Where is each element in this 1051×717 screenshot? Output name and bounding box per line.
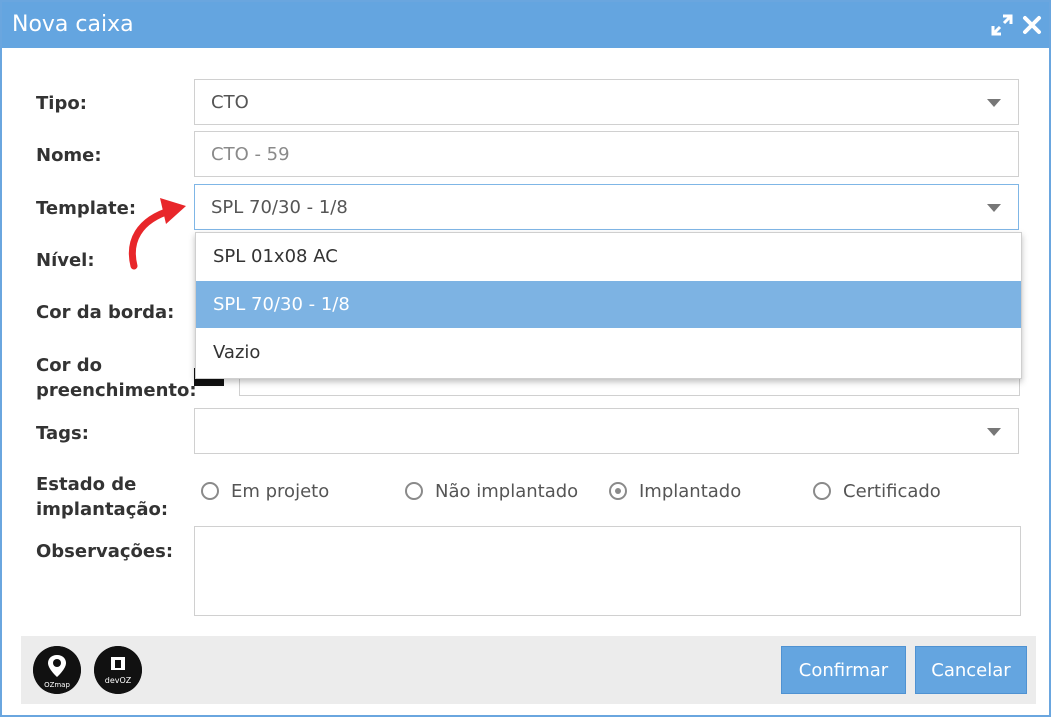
- tipo-select[interactable]: CTO: [194, 79, 1019, 125]
- expand-icon[interactable]: [991, 14, 1013, 36]
- cor-borda-label: Cor da borda:: [36, 302, 175, 323]
- dropdown-option-label: SPL 70/30 - 1/8: [213, 294, 350, 315]
- chevron-down-icon: [987, 204, 1001, 212]
- dialog-titlebar: Nova caixa: [2, 2, 1049, 48]
- radio-circle-icon: [813, 482, 831, 500]
- dropdown-option-selected[interactable]: SPL 70/30 - 1/8: [196, 281, 1021, 328]
- cancel-button[interactable]: Cancelar: [915, 646, 1027, 694]
- dropdown-option[interactable]: Vazio: [196, 329, 1021, 376]
- template-dropdown-list: SPL 01x08 AC SPL 70/30 - 1/8 Vazio: [195, 232, 1022, 379]
- dropdown-option-label: Vazio: [213, 342, 261, 363]
- close-icon[interactable]: [1021, 14, 1043, 36]
- estado-label-line2: implantação:: [36, 499, 169, 520]
- radio-label: Implantado: [639, 481, 742, 502]
- svg-text:OZmap: OZmap: [44, 681, 70, 689]
- tags-label: Tags:: [36, 423, 89, 444]
- cor-preenchimento-label-line2: preenchimento:: [36, 380, 197, 401]
- radio-checked-icon: [609, 482, 627, 500]
- dropdown-option-label: SPL 01x08 AC: [213, 246, 338, 267]
- tipo-value: CTO: [211, 92, 249, 113]
- radio-label: Certificado: [843, 481, 941, 502]
- cor-preenchimento-label-line1: Cor do: [36, 355, 102, 376]
- observacoes-textarea[interactable]: [194, 526, 1021, 616]
- dropdown-option[interactable]: SPL 01x08 AC: [196, 233, 1021, 280]
- nivel-label: Nível:: [36, 250, 95, 271]
- radio-circle-icon: [201, 482, 219, 500]
- template-value: SPL 70/30 - 1/8: [211, 197, 348, 218]
- dialog-title: Nova caixa: [12, 12, 134, 37]
- estado-label-line1: Estado de: [36, 474, 137, 495]
- nome-placeholder: CTO - 59: [211, 144, 290, 165]
- annotation-arrow-icon: [128, 198, 186, 270]
- nome-input[interactable]: CTO - 59: [194, 131, 1019, 177]
- chevron-down-icon: [987, 428, 1001, 436]
- new-box-dialog: Nova caixa Tipo: CTO Nome: CTO - 59 Temp…: [0, 0, 1051, 717]
- nome-label: Nome:: [36, 145, 102, 166]
- tags-select[interactable]: [194, 408, 1019, 454]
- chevron-down-icon: [987, 99, 1001, 107]
- tipo-label: Tipo:: [36, 93, 87, 114]
- dialog-footer: OZmap devOZ Confirmar Cancelar: [21, 636, 1036, 704]
- observacoes-label: Observações:: [36, 541, 174, 562]
- confirm-button[interactable]: Confirmar: [781, 646, 906, 694]
- ozmap-logo: OZmap: [33, 646, 81, 694]
- devoz-logo: devOZ: [94, 646, 142, 694]
- radio-label: Não implantado: [435, 481, 579, 502]
- radio-circle-icon: [405, 482, 423, 500]
- template-select[interactable]: SPL 70/30 - 1/8: [194, 184, 1019, 230]
- svg-text:devOZ: devOZ: [105, 676, 132, 685]
- radio-label: Em projeto: [231, 481, 330, 502]
